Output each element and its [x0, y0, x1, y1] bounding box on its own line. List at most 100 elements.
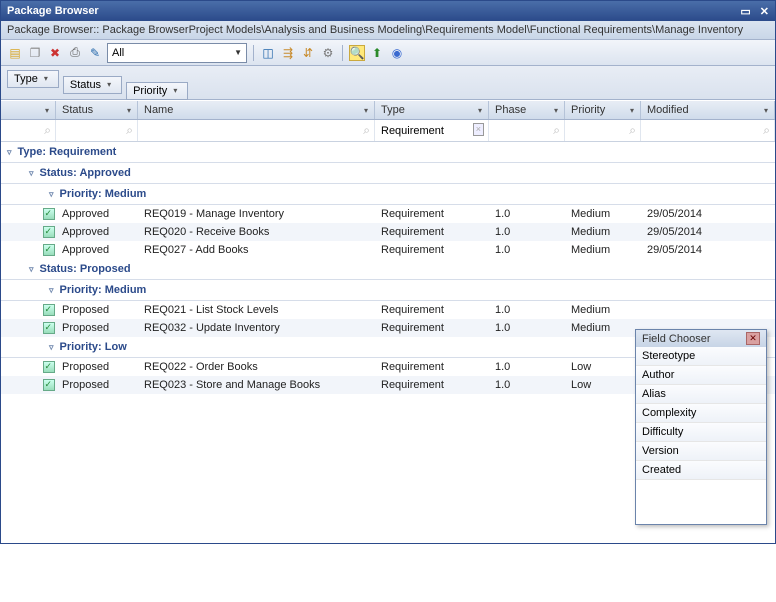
- arrow-up-icon[interactable]: ⬆: [369, 45, 385, 61]
- filter-phase[interactable]: ⌕: [489, 120, 565, 141]
- tree2-icon[interactable]: ⇵: [300, 45, 316, 61]
- cell-name: REQ019 - Manage Inventory: [138, 207, 375, 221]
- filter-row: ⌕ ⌕ ⌕ × ⌕ ⌕ ⌕: [1, 120, 775, 142]
- row-icon: [41, 226, 56, 238]
- expand-icon: ▿: [29, 264, 34, 275]
- expand-icon: ▿: [49, 285, 54, 296]
- filter-modified[interactable]: ⌕: [641, 120, 775, 141]
- cell-phase: 1.0: [489, 321, 565, 335]
- group-header[interactable]: ▿Status: Approved: [1, 163, 775, 184]
- toolbar: ▤ ❐ ✖ ⎙ ✎ All ▼ ◫ ⇶ ⇵ ⚙ 🔍 ⬆ ◉: [1, 40, 775, 66]
- filter-status[interactable]: ⌕: [56, 120, 138, 141]
- field-chooser-item[interactable]: Created: [636, 461, 766, 480]
- group-header[interactable]: ▿Priority: Medium: [1, 184, 775, 205]
- group-header[interactable]: ▿ Status: Proposed: [1, 259, 775, 280]
- row-icon: [41, 304, 56, 316]
- field-chooser-title: Field Chooser: [642, 333, 710, 345]
- search-icon: ⌕: [763, 123, 770, 138]
- new-file-icon[interactable]: ▤: [7, 45, 23, 61]
- table-row[interactable]: ApprovedREQ019 - Manage InventoryRequire…: [1, 205, 775, 223]
- row-icon: [41, 208, 56, 220]
- search-icon: ⌕: [363, 123, 370, 138]
- table-row[interactable]: ProposedREQ021 - List Stock LevelsRequir…: [1, 301, 775, 319]
- cell-name: REQ020 - Receive Books: [138, 225, 375, 239]
- field-chooser-item[interactable]: Complexity: [636, 404, 766, 423]
- field-chooser-item[interactable]: Version: [636, 442, 766, 461]
- window-close-icon[interactable]: ✕: [760, 6, 769, 18]
- group-header[interactable]: ▿Type: Requirement: [1, 142, 775, 163]
- cell-status: Proposed: [56, 360, 138, 374]
- field-chooser-item[interactable]: Stereotype: [636, 347, 766, 366]
- breadcrumb: Package Browser:: Package BrowserProject…: [1, 21, 775, 40]
- column-header-name[interactable]: Name▾: [138, 101, 375, 119]
- cell-priority: Medium: [565, 303, 641, 317]
- filter-icon[interactable]: ⌕: [1, 120, 56, 141]
- window-restore-icon[interactable]: ▭: [740, 6, 750, 18]
- group-chip-status[interactable]: Status▾: [63, 76, 122, 94]
- field-chooser-item[interactable]: Difficulty: [636, 423, 766, 442]
- cell-type: Requirement: [375, 225, 489, 239]
- filter-combo[interactable]: All ▼: [107, 43, 247, 63]
- help-icon[interactable]: ◉: [389, 45, 405, 61]
- column-header-type[interactable]: Type▾: [375, 101, 489, 119]
- search-icon: ⌕: [44, 123, 51, 138]
- column-header-modified[interactable]: Modified▾: [641, 101, 775, 119]
- group-chip-priority[interactable]: Priority▾: [126, 82, 188, 100]
- filter-type[interactable]: ×: [375, 120, 489, 141]
- delete-icon[interactable]: ✖: [47, 45, 63, 61]
- group-by-row: Type▾ Status▾ Priority▾: [1, 66, 775, 100]
- field-chooser-item[interactable]: Author: [636, 366, 766, 385]
- column-headers: ▾ Status▾ Name▾ Type▾ Phase▾ Priority▾ M…: [1, 100, 775, 120]
- table-row[interactable]: ApprovedREQ020 - Receive BooksRequiremen…: [1, 223, 775, 241]
- cell-modified: [641, 309, 775, 311]
- column-header-icon[interactable]: ▾: [1, 101, 56, 119]
- cell-status: Proposed: [56, 321, 138, 335]
- group-chip-type[interactable]: Type▾: [7, 70, 59, 88]
- tree-icon[interactable]: ⇶: [280, 45, 296, 61]
- column-header-priority[interactable]: Priority▾: [565, 101, 641, 119]
- cell-modified: 29/05/2014: [641, 243, 775, 257]
- cell-name: REQ021 - List Stock Levels: [138, 303, 375, 317]
- select-package-icon[interactable]: ◫: [260, 45, 276, 61]
- table-row[interactable]: ApprovedREQ027 - Add BooksRequirement1.0…: [1, 241, 775, 259]
- filter-combo-value: All: [112, 47, 124, 59]
- cell-status: Approved: [56, 243, 138, 257]
- filter-priority[interactable]: ⌕: [565, 120, 641, 141]
- find-icon[interactable]: 🔍: [349, 45, 365, 61]
- filter-type-input[interactable]: [379, 124, 484, 138]
- field-chooser-close-icon[interactable]: ✕: [746, 332, 760, 345]
- cell-phase: 1.0: [489, 243, 565, 257]
- cell-phase: 1.0: [489, 360, 565, 374]
- link-icon[interactable]: ⚙: [320, 45, 336, 61]
- window-title: Package Browser: [7, 5, 99, 17]
- column-header-status[interactable]: Status▾: [56, 101, 138, 119]
- cell-status: Approved: [56, 225, 138, 239]
- row-icon: [41, 322, 56, 334]
- field-chooser-dialog[interactable]: Field Chooser ✕ StereotypeAuthorAliasCom…: [635, 329, 767, 525]
- print-icon[interactable]: ⎙: [67, 45, 83, 61]
- cell-type: Requirement: [375, 321, 489, 335]
- requirement-icon: [43, 322, 55, 334]
- cell-priority: Medium: [565, 321, 641, 335]
- filter-name[interactable]: ⌕: [138, 120, 375, 141]
- expand-icon: ▿: [7, 147, 12, 158]
- column-header-phase[interactable]: Phase▾: [489, 101, 565, 119]
- requirement-icon: [43, 244, 55, 256]
- cell-phase: 1.0: [489, 303, 565, 317]
- group-label: Status: Proposed: [40, 263, 131, 275]
- cell-priority: Low: [565, 378, 641, 392]
- group-header[interactable]: ▿Priority: Medium: [1, 280, 775, 301]
- search-icon: ⌕: [126, 123, 133, 138]
- requirement-icon: [43, 208, 55, 220]
- requirement-icon: [43, 304, 55, 316]
- requirement-icon: [43, 361, 55, 373]
- cell-priority: Low: [565, 360, 641, 374]
- copy-icon[interactable]: ❐: [27, 45, 43, 61]
- edit-icon[interactable]: ✎: [87, 45, 103, 61]
- cell-type: Requirement: [375, 207, 489, 221]
- clear-filter-icon[interactable]: ×: [473, 123, 484, 136]
- field-chooser-item[interactable]: Alias: [636, 385, 766, 404]
- field-chooser-titlebar: Field Chooser ✕: [636, 330, 766, 347]
- cell-type: Requirement: [375, 243, 489, 257]
- cell-status: Proposed: [56, 378, 138, 392]
